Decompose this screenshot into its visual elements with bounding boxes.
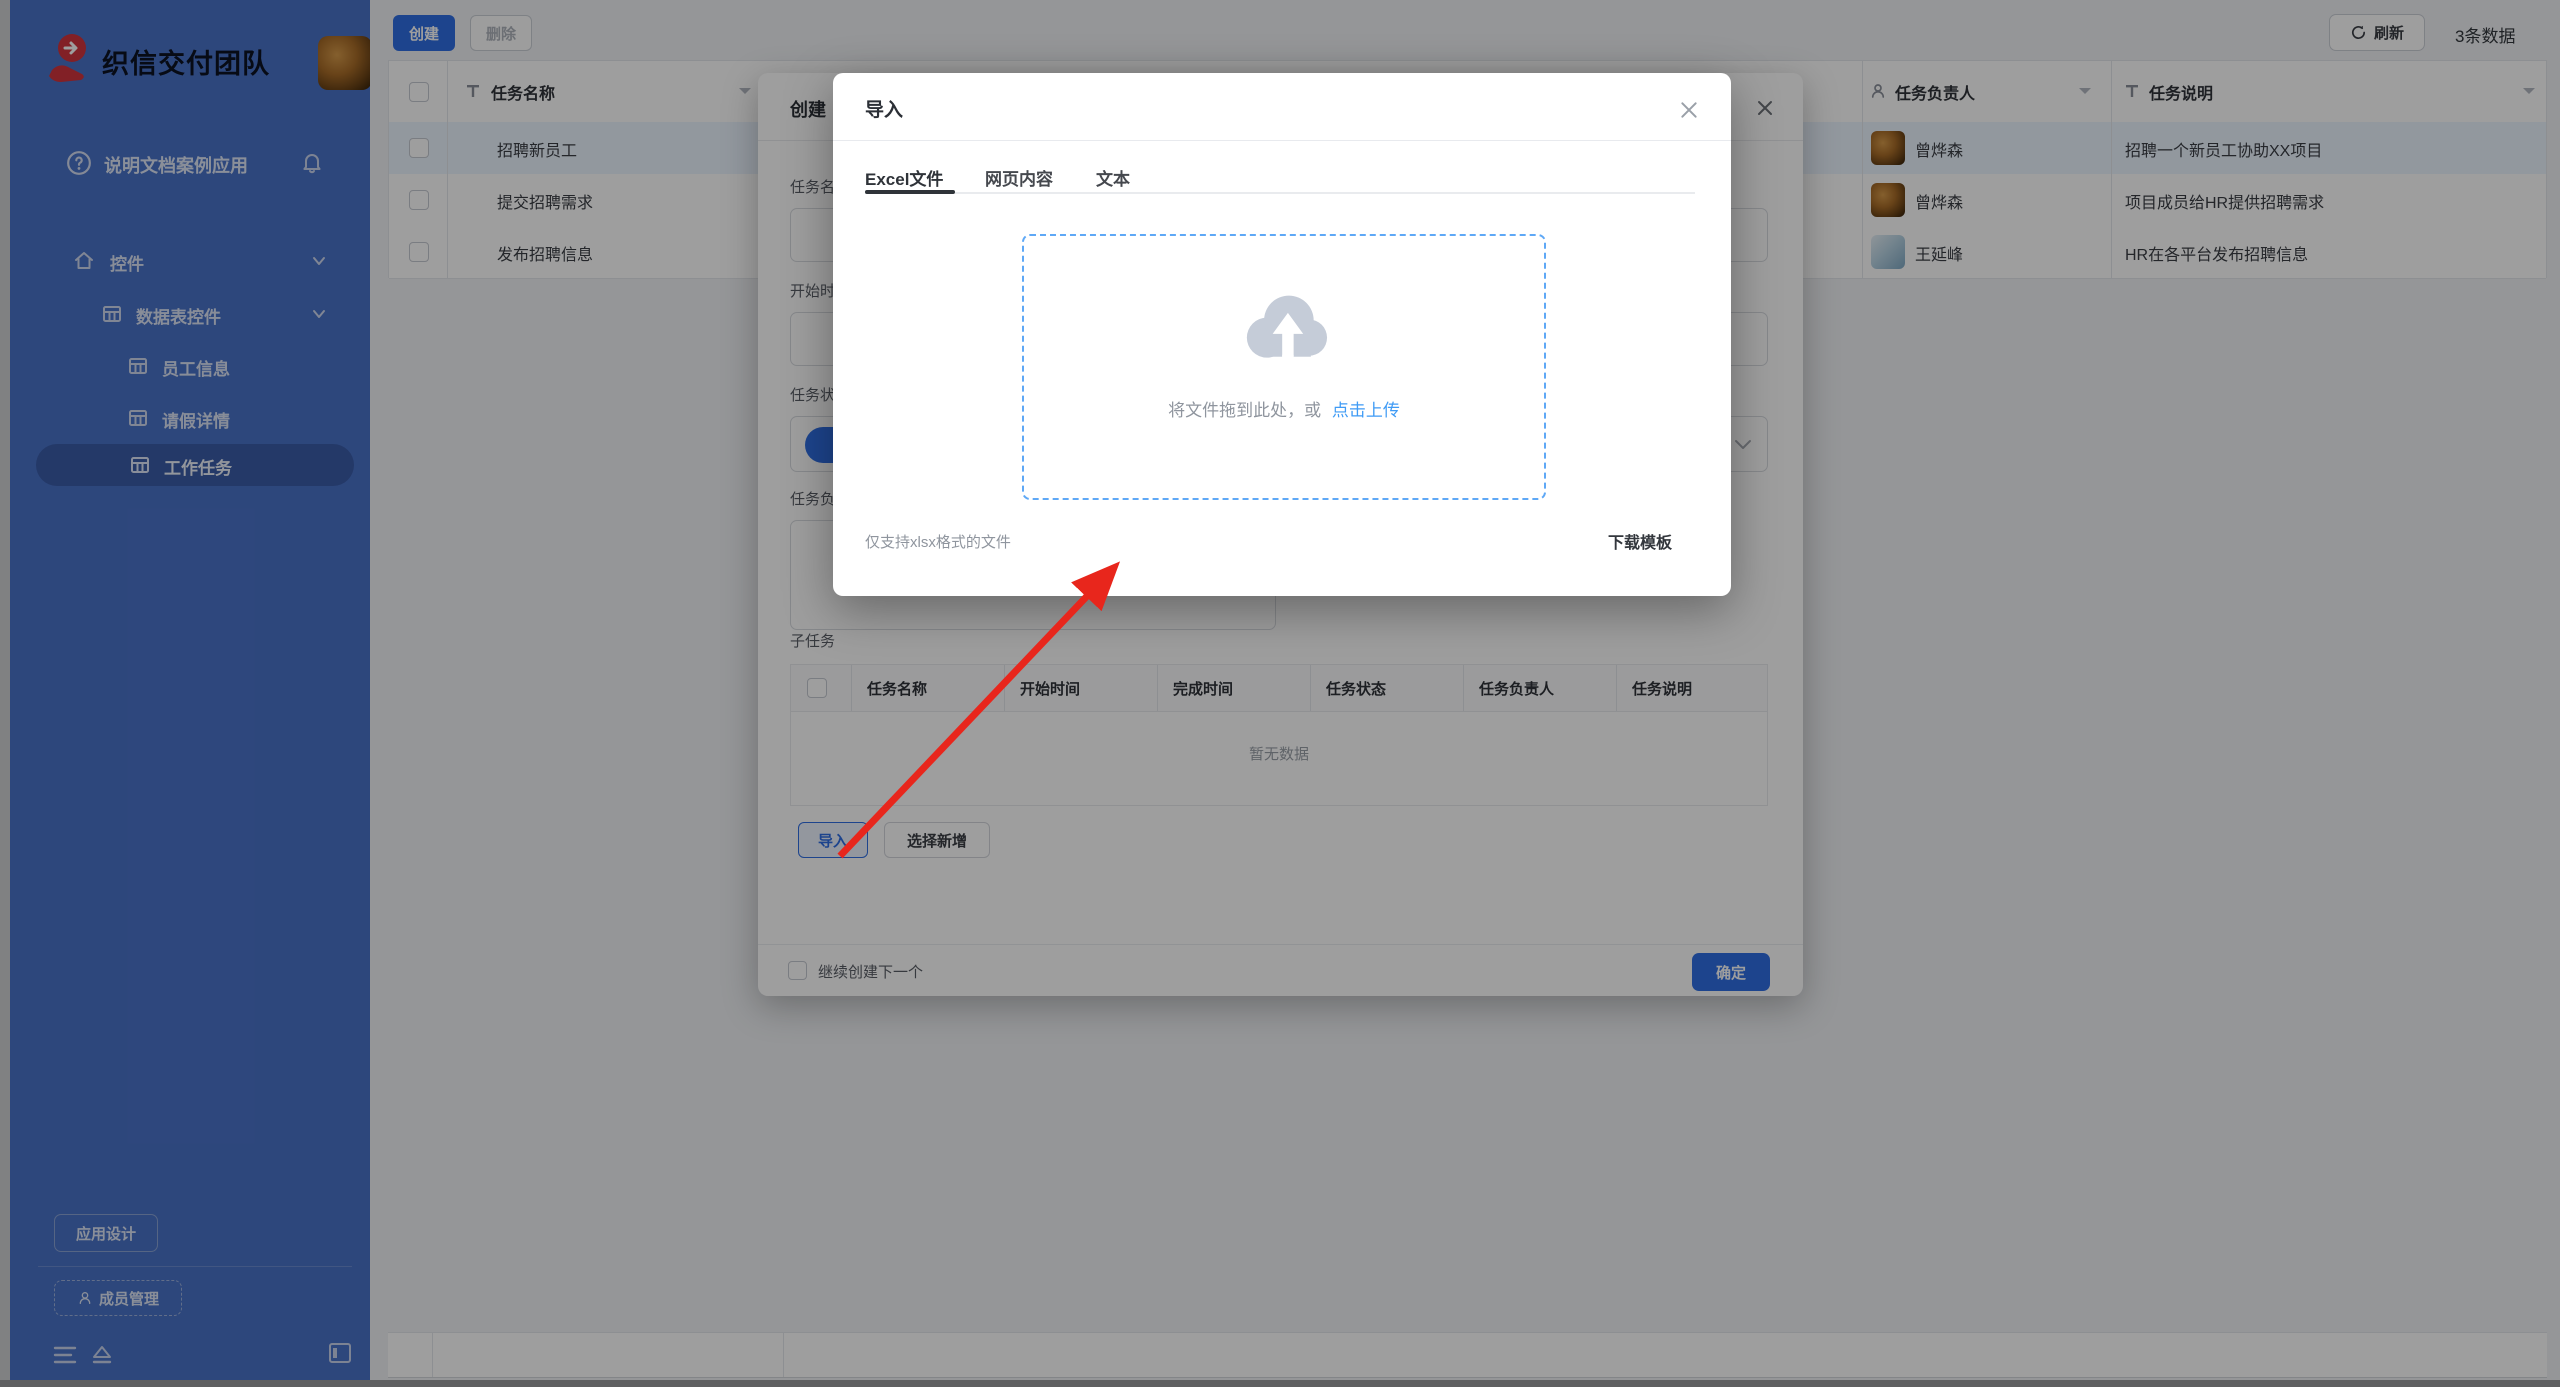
import-modal: 导入 Excel文件 网页内容 文本 将 (833, 73, 1731, 596)
close-icon[interactable] (1679, 100, 1699, 120)
tab-label: Excel文件 (865, 170, 943, 189)
cloud-upload-icon (1238, 288, 1334, 372)
tab-excel-file[interactable]: Excel文件 (865, 165, 943, 190)
dropzone-hint: 将文件拖到此处，或 (1168, 401, 1321, 420)
tab-label: 网页内容 (985, 170, 1053, 189)
upload-link[interactable]: 点击上传 (1332, 401, 1400, 420)
active-tab-underline (865, 190, 955, 194)
tab-web-content[interactable]: 网页内容 (985, 165, 1053, 190)
modal-header-divider (833, 140, 1731, 141)
dropzone-text: 将文件拖到此处，或 点击上传 (1024, 396, 1544, 421)
app-window: 织信交付团队 说明文档案例应用 控件 数据表控件 (0, 0, 2560, 1387)
tab-label: 文本 (1096, 170, 1130, 189)
upload-dropzone[interactable]: 将文件拖到此处，或 点击上传 (1022, 234, 1546, 500)
format-note: 仅支持xlsx格式的文件 (865, 531, 1011, 552)
download-template-link[interactable]: 下载模板 (1608, 529, 1672, 553)
tab-text[interactable]: 文本 (1096, 165, 1130, 190)
import-modal-title: 导入 (865, 95, 903, 122)
tab-track (865, 192, 1695, 194)
